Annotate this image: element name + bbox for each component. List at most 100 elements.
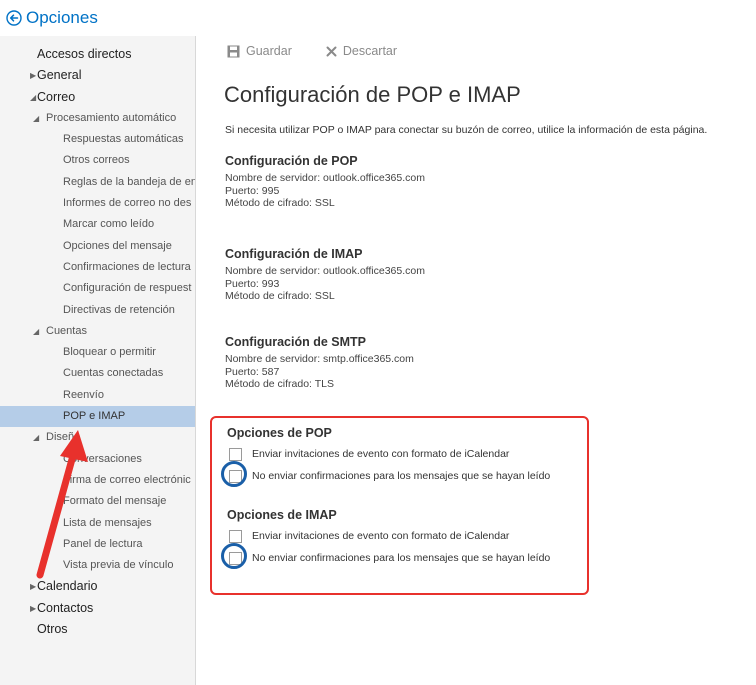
intro-text: Si necesita utilizar POP o IMAP para con…: [225, 124, 708, 136]
imap-encryption: Método de cifrado: SSL: [225, 290, 335, 302]
caret-down-icon: ◢: [33, 433, 40, 443]
pop-server: Nombre de servidor: outlook.office365.co…: [225, 172, 425, 184]
pop-icalendar-option[interactable]: Enviar invitaciones de evento con format…: [227, 443, 550, 465]
nav-other[interactable]: Otros: [0, 619, 195, 640]
nav-layout-label: Diseño: [46, 431, 81, 444]
nav-other-mail[interactable]: Otros correos: [0, 150, 195, 171]
imap-no-receipts-option[interactable]: No enviar confirmaciones para los mensaj…: [221, 543, 551, 569]
nav-retention-policies[interactable]: Directivas de retención: [0, 300, 195, 321]
options-highlight-box: Opciones de POP Enviar invitaciones de e…: [210, 416, 589, 595]
options-sidebar: Accesos directos ▶ General ◢ Correo ◢ Proce…: [0, 36, 196, 685]
options-title[interactable]: Opciones: [26, 8, 98, 28]
nav-contacts[interactable]: ▶ Contactos: [0, 598, 195, 619]
nav-automatic-replies[interactable]: Respuestas automáticas: [0, 129, 195, 150]
nav-block-or-allow[interactable]: Bloquear o permitir: [0, 342, 195, 363]
imap-port: Puerto: 993: [225, 277, 280, 290]
nav-label: Respuestas automáticas: [63, 133, 184, 146]
nav-calendar-label: Calendario: [37, 579, 98, 594]
nav-general-label: General: [37, 68, 82, 83]
nav-label: Configuración de respuest: [63, 282, 192, 295]
nav-junk-reports[interactable]: Informes de correo no des: [0, 193, 195, 214]
pop-options-heading: Opciones de POP: [227, 426, 332, 440]
options-app: Opciones Accesos directos ▶ General ◢ Corr…: [0, 0, 756, 685]
nav-layout[interactable]: ◢ Diseño: [0, 427, 195, 448]
imap-settings-heading: Configuración de IMAP: [225, 247, 363, 261]
caret-right-icon: ▶: [30, 71, 37, 81]
imap-no-receipts-label: No enviar confirmaciones para los mensaj…: [252, 552, 551, 564]
nav-accounts[interactable]: ◢ Cuentas: [0, 321, 195, 342]
nav-label: Bloquear o permitir: [63, 346, 156, 359]
pop-no-receipts-option[interactable]: No enviar confirmaciones para los mensaj…: [221, 461, 551, 487]
nav-label: Marcar como leído: [63, 218, 155, 231]
nav-other-label: Otros: [37, 622, 68, 637]
nav-auto-processing-label: Procesamiento automático: [46, 111, 177, 124]
nav-message-format[interactable]: Formato del mensaje: [0, 491, 195, 512]
nav-label: Lista de mensajes: [63, 516, 152, 529]
options-header: Opciones: [0, 0, 756, 36]
pop-options: Opciones de POP Enviar invitaciones de e…: [221, 426, 551, 487]
caret-down-icon: ◢: [33, 113, 40, 123]
nav-conversations[interactable]: Conversaciones: [0, 449, 195, 470]
pop-settings: Configuración de POP Nombre de servidor:…: [225, 154, 425, 210]
nav-label: Confirmaciones de lectura: [63, 260, 191, 273]
imap-icalendar-checkbox[interactable]: [229, 529, 242, 543]
nav-label: Formato del mensaje: [63, 495, 167, 508]
caret-right-icon: ▶: [30, 603, 37, 613]
pop-no-receipts-checkbox[interactable]: [229, 469, 242, 483]
page-title: Configuración de POP e IMAP: [224, 82, 521, 107]
nav-label: Opciones del mensaje: [63, 239, 172, 252]
nav-reply-settings[interactable]: Configuración de respuest: [0, 278, 195, 299]
nav-shortcuts-label: Accesos directos: [37, 47, 132, 61]
back-arrow-icon[interactable]: [6, 10, 22, 26]
nav-link-preview[interactable]: Vista previa de vínculo: [0, 555, 195, 576]
pop-settings-heading: Configuración de POP: [225, 154, 358, 168]
nav-inbox-rules[interactable]: Reglas de la bandeja de en: [0, 172, 195, 193]
nav-read-receipts[interactable]: Confirmaciones de lectura: [0, 257, 195, 278]
nav-general[interactable]: ▶ General: [0, 65, 195, 86]
caret-down-icon: ◢: [30, 92, 37, 102]
smtp-settings-heading: Configuración de SMTP: [225, 335, 366, 349]
save-label: Guardar: [246, 44, 292, 58]
nav-mark-as-read[interactable]: Marcar como leído: [0, 214, 195, 235]
nav-accounts-label: Cuentas: [46, 324, 87, 337]
nav-label: Informes de correo no des: [63, 197, 192, 210]
nav-shortcuts[interactable]: Accesos directos: [0, 44, 195, 65]
nav-forwarding[interactable]: Reenvío: [0, 385, 195, 406]
smtp-encryption: Método de cifrado: TLS: [225, 378, 334, 390]
nav-label: Firma de correo electrónic: [63, 473, 191, 486]
imap-settings: Configuración de IMAP Nombre de servidor…: [225, 247, 425, 303]
save-button[interactable]: Guardar: [227, 44, 292, 58]
imap-options: Opciones de IMAP Enviar invitaciones de …: [221, 508, 551, 569]
nav-connected-accounts[interactable]: Cuentas conectadas: [0, 363, 195, 384]
discard-button[interactable]: Descartar: [326, 44, 397, 58]
nav-mail[interactable]: ◢ Correo: [0, 87, 195, 108]
nav-label: Vista previa de vínculo: [63, 559, 174, 572]
nav-pop-imap[interactable]: POP e IMAP: [0, 406, 195, 428]
nav-label: Reenvío: [63, 388, 104, 401]
imap-server: Nombre de servidor: outlook.office365.co…: [225, 265, 425, 277]
imap-no-receipts-checkbox[interactable]: [229, 551, 242, 565]
toolbar: Guardar Descartar: [227, 44, 431, 58]
nav-message-list[interactable]: Lista de mensajes: [0, 513, 195, 534]
imap-options-heading: Opciones de IMAP: [227, 508, 337, 522]
main-content: Guardar Descartar Configuración de POP e…: [197, 36, 756, 685]
smtp-server: Nombre de servidor: smtp.office365.com: [225, 353, 414, 365]
nav-calendar[interactable]: ▶ Calendario: [0, 576, 195, 597]
nav-reading-pane[interactable]: Panel de lectura: [0, 534, 195, 555]
pop-no-receipts-label: No enviar confirmaciones para los mensaj…: [252, 470, 551, 482]
nav-auto-processing[interactable]: ◢ Procesamiento automático: [0, 108, 195, 129]
imap-icalendar-label: Enviar invitaciones de evento con format…: [252, 530, 510, 542]
pop-icalendar-label: Enviar invitaciones de evento con format…: [252, 448, 510, 460]
smtp-port: Puerto: 587: [225, 365, 280, 378]
nav-label: Cuentas conectadas: [63, 367, 164, 380]
nav-email-signature[interactable]: Firma de correo electrónic: [0, 470, 195, 491]
nav-mail-label: Correo: [37, 89, 76, 104]
caret-down-icon: ◢: [33, 326, 40, 336]
nav-label: Reglas de la bandeja de en: [63, 175, 195, 188]
nav-label: Panel de lectura: [63, 537, 143, 550]
x-icon: [326, 46, 337, 56]
caret-right-icon: ▶: [30, 582, 37, 592]
nav-message-options[interactable]: Opciones del mensaje: [0, 236, 195, 257]
imap-icalendar-option[interactable]: Enviar invitaciones de evento con format…: [227, 525, 550, 547]
pop-icalendar-checkbox[interactable]: [229, 447, 242, 461]
